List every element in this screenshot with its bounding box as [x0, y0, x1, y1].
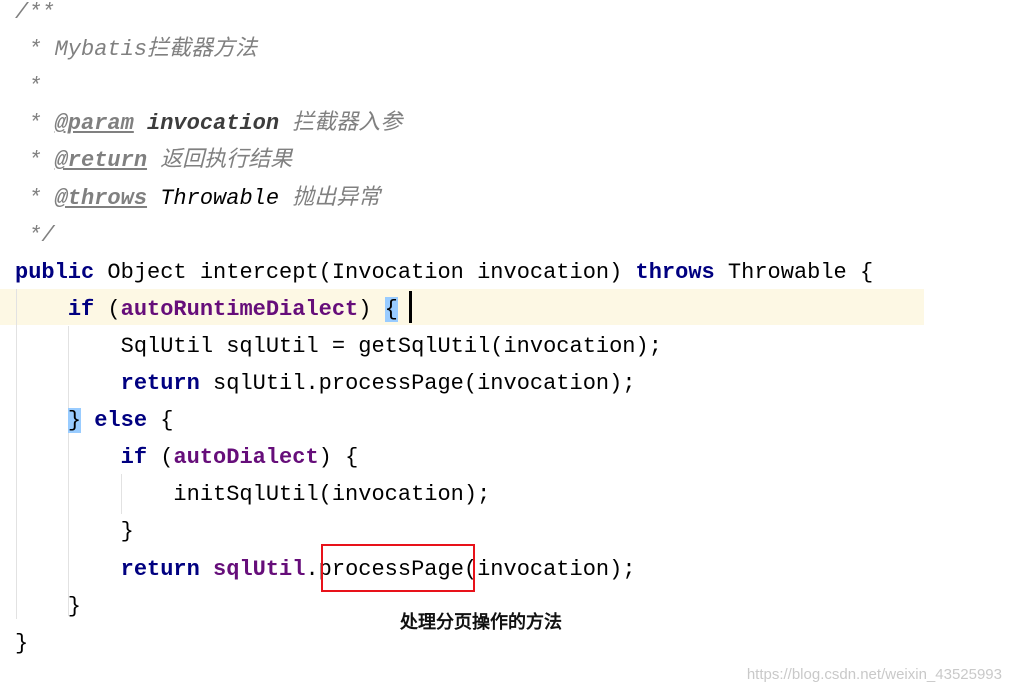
code-editor[interactable]: /** * Mybatis拦截器方法 * * @param invocation…: [0, 0, 1012, 694]
code-token-doc: * Mybatis拦截器方法: [15, 37, 258, 63]
code-token-doc: [147, 186, 160, 211]
code-line: *: [15, 68, 41, 105]
code-line: }: [15, 513, 134, 550]
code-token-kw: public: [15, 259, 95, 285]
code-line: /**: [15, 0, 55, 31]
code-token-plain: }: [15, 630, 29, 656]
code-token-plain: ): [358, 296, 385, 322]
code-line: * Mybatis拦截器方法: [15, 31, 257, 68]
code-token-plain: Object intercept(Invocation invocation): [94, 259, 636, 285]
code-line: public Object intercept(Invocation invoc…: [15, 254, 873, 291]
code-token-brace-match: }: [67, 408, 82, 434]
code-token-doctype: Throwable: [160, 185, 280, 211]
code-token-doc: *: [15, 111, 55, 137]
text-caret: [409, 291, 412, 323]
code-token-plain: initSqlUtil(invocation);: [15, 482, 491, 508]
code-token-plain: (: [94, 296, 121, 322]
code-token-brace-match: {: [384, 296, 398, 322]
code-token-field: autoDialect: [173, 445, 319, 471]
code-token-plain: (: [147, 445, 174, 471]
code-token-tag: @return: [54, 148, 148, 174]
code-line: */: [15, 217, 55, 254]
code-token-tag: @throws: [54, 185, 148, 211]
code-token-doc: [134, 111, 147, 136]
code-token-kw: return: [120, 371, 200, 396]
code-token-plain: ) {: [318, 445, 359, 471]
code-line: }: [15, 625, 28, 662]
code-token-plain: }: [15, 519, 134, 545]
code-token-doc: /**: [15, 0, 55, 25]
code-token-kw: if: [67, 296, 95, 322]
code-token-doc: 抛出异常: [279, 185, 381, 211]
code-token-doc: *: [15, 185, 55, 211]
code-token-kw: throws: [635, 259, 715, 285]
watermark: https://blog.csdn.net/weixin_43525993: [746, 666, 1002, 683]
code-token-plain: {: [147, 408, 174, 434]
code-token-kw: return: [120, 556, 200, 582]
code-token-kw: if: [120, 445, 148, 471]
code-token-doc: *: [15, 148, 55, 174]
code-token-docval: invocation: [147, 111, 280, 137]
code-token-doc: 拦截器入参: [279, 111, 403, 137]
code-line: SqlUtil sqlUtil = getSqlUtil(invocation)…: [15, 328, 662, 365]
code-token-field: autoRuntimeDialect: [120, 296, 359, 322]
code-line: if (autoDialect) {: [15, 439, 359, 476]
code-token-doc: 返回执行结果: [147, 148, 293, 174]
code-token-plain: Throwable {: [714, 259, 874, 285]
code-line: return sqlUtil.processPage(invocation);: [15, 365, 636, 402]
code-token-doc: */: [15, 222, 55, 248]
code-line: * @param invocation 拦截器入参: [15, 105, 402, 142]
code-token-plain: sqlUtil.processPage(invocation);: [199, 371, 636, 396]
annotation-box: [321, 544, 475, 592]
code-line: }: [15, 588, 81, 625]
code-token-field: sqlUtil: [213, 556, 306, 582]
code-token-plain: SqlUtil sqlUtil = getSqlUtil(invocation)…: [15, 333, 662, 359]
annotation-caption: 处理分页操作的方法: [400, 612, 562, 633]
code-token-doc: *: [15, 74, 42, 100]
code-line: * @return 返回执行结果: [15, 142, 292, 179]
code-line: * @throws Throwable 抛出异常: [15, 180, 380, 217]
code-token-kw: else: [94, 408, 148, 434]
code-token-plain: }: [15, 593, 82, 619]
code-line: } else {: [15, 402, 173, 439]
code-line: initSqlUtil(invocation);: [15, 476, 490, 513]
code-line: if (autoRuntimeDialect) {: [15, 291, 398, 328]
code-token-tag: @param: [54, 111, 134, 137]
